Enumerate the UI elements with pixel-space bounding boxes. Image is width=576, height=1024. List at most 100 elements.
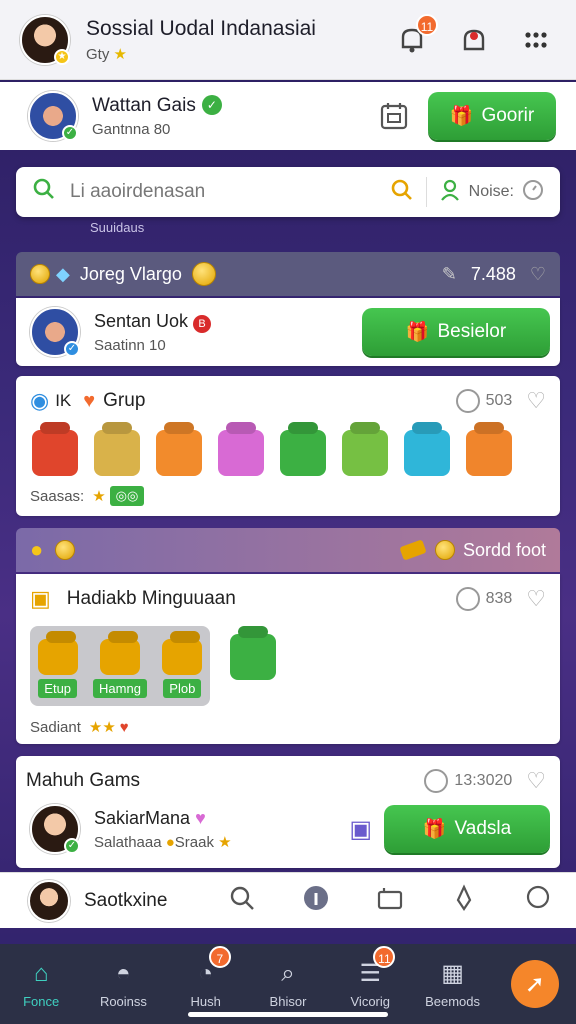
profile-avatar[interactable]: ★ — [20, 14, 70, 65]
weekly-gift-footer: Sadiant ★★ ♥ — [30, 718, 129, 737]
heart-outline-icon[interactable]: ♡ — [526, 388, 546, 414]
group-label-1: IK — [55, 391, 72, 410]
group-label-2: Grup — [103, 390, 146, 411]
home-indicator — [188, 1012, 388, 1017]
user-name: Wattan Gais ✓ — [92, 95, 378, 117]
gold-stack-item — [162, 639, 203, 675]
person-filter-icon[interactable] — [439, 179, 461, 206]
section-1-label: Joreg Vlargo — [79, 263, 182, 284]
gift-item[interactable] — [218, 430, 264, 476]
games-card: Mahuh Gams 13:3020 ♡ ✓ SakiarMana ♥ Sala… — [16, 756, 560, 868]
user-card-2: ✓ Sentan Uok B Saatinn 10 🎁 Besielor — [16, 298, 560, 366]
info-icon[interactable] — [302, 884, 330, 917]
game-action-button[interactable]: 🎁 Vadsla — [384, 805, 550, 853]
gift-icon: 🎁 — [449, 106, 474, 127]
user-name: Sentan Uok B — [94, 311, 362, 333]
calendar-button[interactable] — [378, 100, 410, 132]
gift-item[interactable] — [94, 430, 140, 476]
profile-avatar[interactable] — [28, 879, 70, 922]
person-icon: ◓ — [116, 959, 131, 987]
alert-button[interactable] — [454, 20, 494, 60]
coin-icon: ★ — [92, 488, 106, 505]
notification-badge: 11 — [416, 13, 438, 36]
status-dot: ✓ — [62, 125, 78, 141]
stat-icon — [455, 587, 480, 611]
coin-icon — [30, 264, 50, 284]
notification-button[interactable]: 11 — [392, 13, 438, 60]
gift-item[interactable] — [156, 430, 202, 476]
divider — [425, 177, 427, 207]
clock-icon[interactable] — [522, 179, 544, 206]
chat-icon[interactable] — [524, 884, 552, 917]
user-row: ✓ Wattan Gais ✓ Gantnna 80 🎁 Goorir — [0, 82, 576, 150]
gift-item[interactable] — [280, 430, 326, 476]
user-avatar[interactable]: ✓ — [28, 91, 78, 141]
app-title: Sossial Uodal Indanasiai — [86, 16, 316, 40]
gift-bundle[interactable]: Etup Hamng Plob — [30, 626, 210, 706]
coin-icon — [55, 540, 76, 560]
weekly-gift-card: ▣ Hadiakb Minguuaan 838 ♡ Etup Hamng Plo… — [16, 574, 560, 744]
coin-icon — [191, 262, 216, 286]
search-bar[interactable]: Li aaoirdenasan Noise: — [16, 167, 560, 217]
gift-item[interactable] — [404, 430, 450, 476]
heart-icon[interactable]: ♡ — [530, 264, 546, 285]
fox-item — [99, 639, 140, 675]
top-bar: ★ Sossial Uodal Indanasiai Gty ★ 11 — [0, 0, 576, 80]
group-stat: 503 — [455, 389, 512, 413]
status-chip: ◎◎ — [109, 486, 145, 506]
heart-outline-icon[interactable]: ♡ — [526, 586, 546, 612]
calendar-icon: ▦ — [441, 960, 464, 987]
gift-item[interactable] — [32, 430, 78, 476]
filter-label[interactable]: Noise: — [469, 183, 514, 201]
gift-item[interactable] — [342, 430, 388, 476]
user-avatar[interactable]: ✓ — [30, 307, 80, 357]
profile-label: Saotkxine — [84, 889, 168, 911]
search-submit-icon[interactable] — [390, 178, 414, 207]
games-stat: 13:3020 — [424, 769, 512, 793]
gift-item[interactable] — [230, 634, 276, 680]
gift-icon: 🎁 — [405, 322, 430, 343]
game-name: SakiarMana ♥ — [94, 807, 206, 828]
nav-badge: 7 — [208, 946, 231, 968]
nav-fab[interactable]: ➚ — [494, 944, 576, 1024]
section-2-label: Sordd foot — [462, 539, 546, 560]
more-menu-button[interactable] — [516, 20, 556, 60]
bundle-chip: Etup — [38, 679, 78, 698]
shield-icon: ◆ — [56, 263, 70, 284]
user-2-action-button[interactable]: 🎁 Besielor — [362, 308, 550, 356]
gold-bar-item — [37, 639, 78, 675]
status-dot: ✓ — [64, 838, 80, 854]
calendar-icon — [380, 103, 408, 130]
status-dot: ✓ — [64, 341, 80, 357]
gift-item[interactable] — [466, 430, 512, 476]
ghost-icon: ◉ — [30, 388, 50, 413]
heart-icon: ♥ — [119, 718, 129, 736]
search-icon — [32, 177, 58, 207]
gold-bar-icon — [399, 539, 427, 561]
heart-outline-icon[interactable]: ♡ — [526, 768, 546, 794]
chart-icon[interactable] — [376, 884, 404, 917]
chat-icon: ● — [30, 537, 44, 562]
nav-home[interactable]: ⌂ Fonce — [0, 944, 82, 1024]
group-card: ◉ IK ♥ Grup 503 ♡ Saasas: ★ ◎◎ — [16, 376, 560, 516]
app-subtitle: Gty ★ — [86, 45, 127, 63]
star-icon: ★ — [113, 45, 127, 63]
search-icon[interactable] — [228, 884, 256, 917]
coin-icon — [434, 540, 455, 560]
bell-icon — [463, 29, 485, 50]
search-input[interactable]: Li aaoirdenasan — [70, 181, 390, 203]
game-meta: Salathaaa ●Sraak ★ — [94, 833, 232, 851]
nav-rooms[interactable]: ◓ Rooinss — [82, 944, 164, 1024]
stat-icon — [424, 769, 449, 793]
share-icon[interactable] — [450, 884, 478, 917]
game-avatar[interactable]: ✓ — [30, 804, 80, 854]
badge-icon: B — [193, 314, 212, 333]
feather-icon: ✎ — [441, 263, 457, 284]
section-header-2: ● Sordd foot — [16, 528, 560, 572]
profile-action-bar: Saotkxine — [0, 872, 576, 928]
section-header-1: ◆ Joreg Vlargo ✎ 7.488 ♡ — [16, 252, 560, 296]
nav-badge: 11 — [373, 946, 396, 968]
gift-list — [16, 430, 560, 476]
nav-beemods[interactable]: ▦ Beemods — [411, 944, 493, 1024]
user-action-button[interactable]: 🎁 Goorir — [428, 92, 556, 140]
